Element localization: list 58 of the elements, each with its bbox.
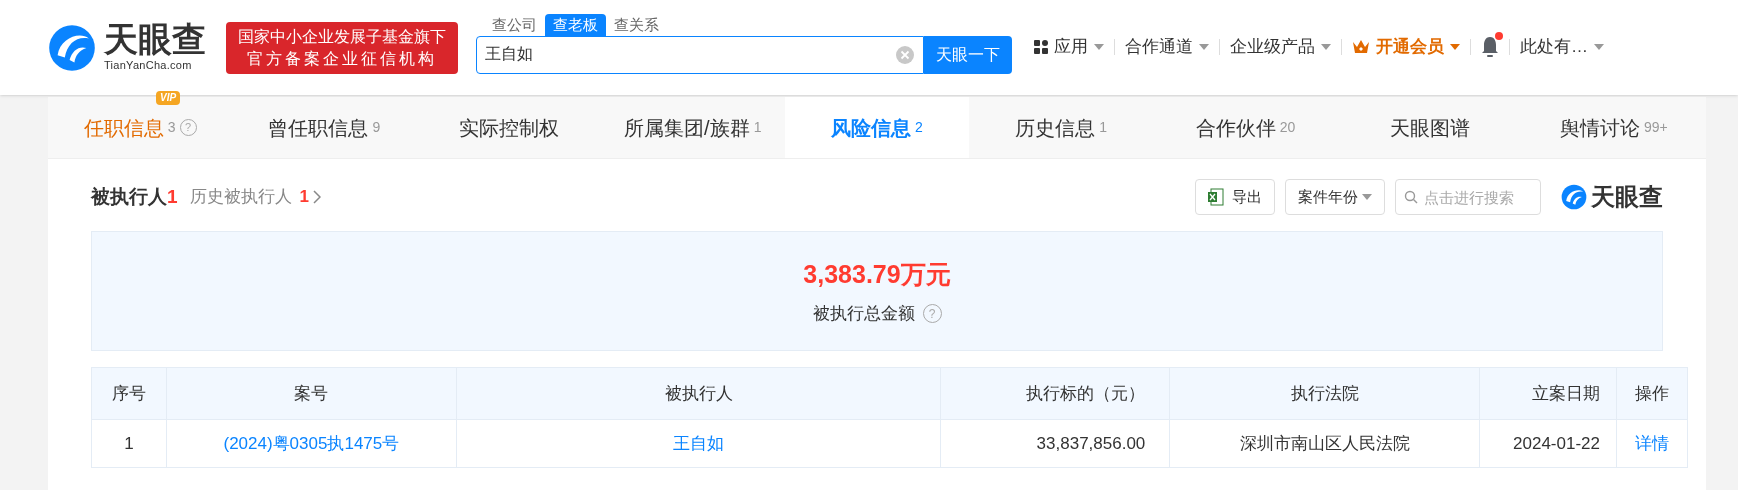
section-tab[interactable]: 曾任职信息 9 [268,112,381,143]
search-type-tab[interactable]: 查老板 [545,13,606,36]
nav-menu[interactable]: 合作通道 [1125,33,1209,60]
caret-icon [1450,43,1460,50]
search-type-tab[interactable]: 查关系 [606,13,667,36]
person-link[interactable]: 王自如 [456,419,941,468]
search-input[interactable]: 点击进行搜索 [1395,179,1541,215]
column-header: 案号 [166,367,457,420]
logo-icon [48,23,96,72]
history-link[interactable]: 历史被执行人 1 [189,184,322,210]
chevron-right-icon [313,190,322,204]
details-link[interactable]: 详情 [1616,419,1688,468]
watermark-logo-text: 天眼查 [1591,182,1663,212]
logo-name: 天眼查 [104,21,206,58]
caret-icon [1594,43,1604,50]
caret-icon [1321,43,1331,50]
crown-icon [1352,39,1370,54]
export-button[interactable]: 导出 [1195,179,1275,215]
table-cell: 33,837,856.00 [940,419,1170,468]
column-header: 操作 [1616,367,1688,420]
spreadsheet-icon [1208,188,1224,206]
year-filter[interactable]: 案件年份 [1285,179,1385,215]
case-number-link[interactable]: (2024)粤0305执1475号 [166,419,457,468]
nav-menu[interactable]: 此处有… [1520,33,1604,60]
table-cell: 2024-01-22 [1479,419,1617,468]
logo-icon [1561,184,1587,210]
apps-menu[interactable]: 应用 [1034,33,1104,60]
column-header: 执行标的（元） [940,367,1170,420]
section-tab[interactable]: 合作伙伴 20 [1195,112,1296,143]
badge-text: 国家中小企业发展子基金旗下 [238,26,446,47]
vip-badge: VIP [156,91,181,105]
table-cell: 1 [91,419,167,468]
table-cell: 深圳市南山区人民法院 [1169,419,1480,468]
nav-menu[interactable]: 企业级产品 [1230,33,1331,60]
section-tab[interactable]: 天眼图谱 [1389,112,1470,143]
column-header: 被执行人 [456,367,941,420]
column-header: 执行法院 [1169,367,1480,420]
column-header: 序号 [91,367,167,420]
section-tab[interactable]: 舆情讨论 99+ [1560,112,1668,143]
apps-icon [1034,39,1048,54]
search-icon [1404,190,1418,204]
section-title: 被执行人 [91,184,167,209]
column-header: 立案日期 [1479,367,1617,420]
search-field[interactable]: 王自如 [476,35,924,74]
total-amount: 3,383.79万元 [803,258,951,290]
total-amount-label: 被执行总金额 [812,303,915,325]
search-button[interactable]: 天眼一下 [924,35,1012,74]
logo-domain: TianYanCha.com [104,58,193,74]
caret-icon [1094,43,1104,50]
section-tab[interactable]: 实际控制权 [458,112,559,143]
search-type-tab[interactable]: 查公司 [484,13,545,36]
section-count: 1 [167,184,178,209]
bell-icon [1481,35,1499,58]
section-tab[interactable]: 历史信息 1 [1015,112,1108,143]
section-tab[interactable]: 所属集团/族群 1 [624,112,762,143]
badge-text: 官方备案企业征信机构 [247,48,437,69]
caret-icon [1199,43,1209,50]
caret-icon [1362,194,1372,200]
